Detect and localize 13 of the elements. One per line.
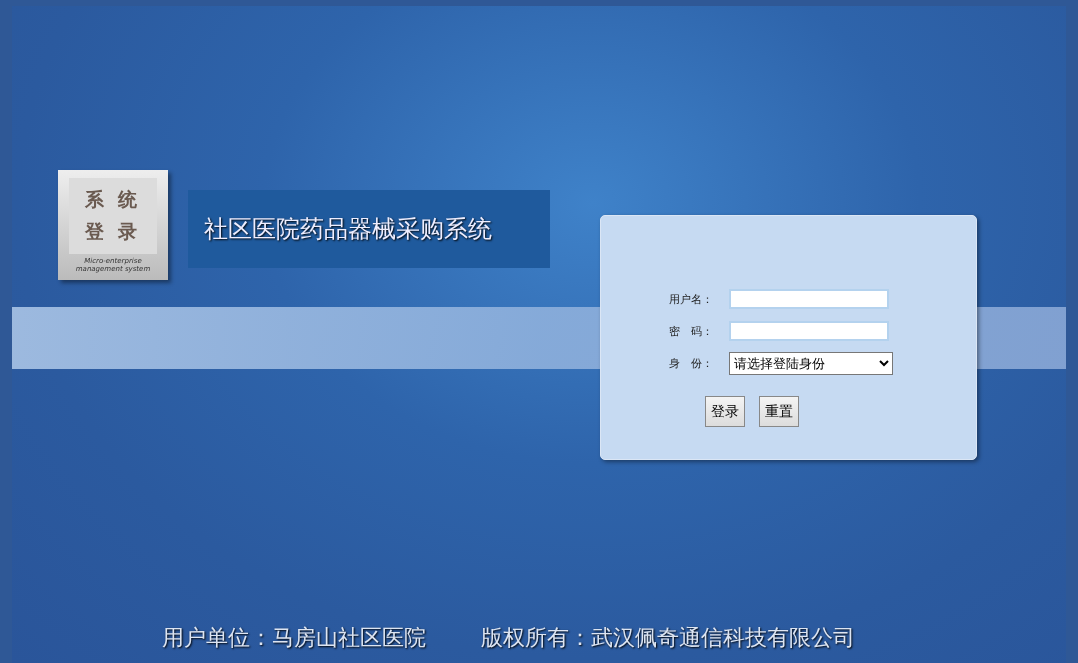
logo-text: 登 录 — [84, 219, 142, 244]
field-label: 用户名： — [669, 291, 714, 307]
login-button[interactable]: 登录 — [705, 396, 745, 427]
password-field[interactable] — [729, 321, 889, 341]
logo-text: 系 统 — [84, 187, 142, 212]
field-label: 密 码： — [669, 323, 714, 339]
field-label: 身 份： — [669, 355, 714, 371]
system-title: 社区医院药品器械采购系统 — [188, 190, 550, 268]
footer-text: 用户单位：马房山社区医院 — [162, 624, 426, 652]
footer-text: 版权所有：武汉佩奇通信科技有限公司 — [481, 624, 855, 652]
username-field[interactable] — [729, 289, 889, 309]
role-dropdown[interactable]: 请选择登陆身份 — [729, 351, 893, 375]
reset-button[interactable]: 重置 — [759, 396, 799, 427]
